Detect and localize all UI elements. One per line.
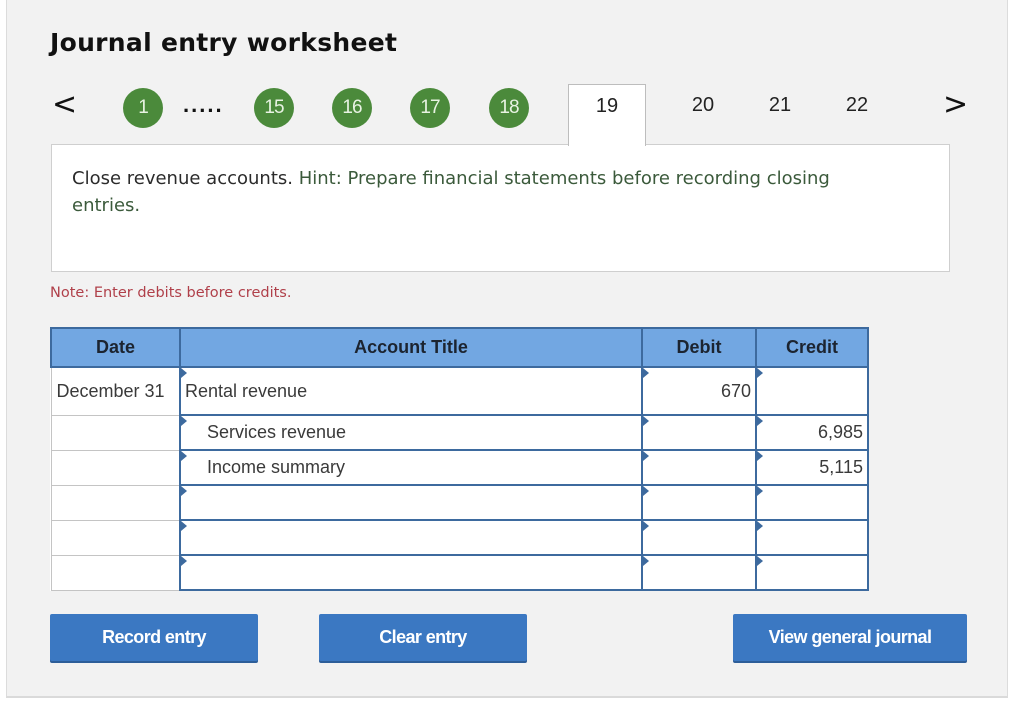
account-cell[interactable]: Income summary xyxy=(179,449,643,486)
question-instruction: Close revenue accounts. xyxy=(72,168,293,189)
dropdown-marker-icon xyxy=(181,486,187,496)
credit-input[interactable]: 5,115 xyxy=(757,451,867,484)
input-marker-icon xyxy=(643,416,649,426)
entry-15-completed[interactable]: 15 xyxy=(254,88,294,128)
date-value: December 31 xyxy=(56,380,165,401)
debit-cell[interactable] xyxy=(641,449,757,486)
date-cell: December 31 xyxy=(50,366,181,416)
entry-1-completed[interactable]: 1 xyxy=(123,88,163,128)
header-debit: Debit xyxy=(641,327,757,368)
credit-input[interactable] xyxy=(757,368,867,414)
table-row: December 31 Rental revenue 670 xyxy=(50,366,869,416)
input-marker-icon xyxy=(643,451,649,461)
account-input[interactable]: Services revenue xyxy=(181,416,641,449)
header-credit: Credit xyxy=(755,327,869,368)
credit-input[interactable] xyxy=(757,556,867,589)
question-box: Close revenue accounts. Hint: Prepare fi… xyxy=(51,144,950,272)
debit-input[interactable] xyxy=(643,451,755,484)
entry-tab-20[interactable]: 20 xyxy=(675,84,731,126)
credit-input[interactable] xyxy=(757,486,867,519)
entry-navigation: < 1 ..... 15 16 17 18 19 20 21 22 > xyxy=(0,84,1012,146)
account-cell[interactable]: Rental revenue xyxy=(179,366,643,416)
input-marker-icon xyxy=(757,521,763,531)
account-cell[interactable]: Services revenue xyxy=(179,414,643,451)
account-input[interactable] xyxy=(181,556,641,589)
journal-table: Date Account Title Debit Credit December… xyxy=(50,327,869,591)
debit-cell[interactable]: 670 xyxy=(641,366,757,416)
account-input[interactable]: Income summary xyxy=(181,451,641,484)
entry-18-completed[interactable]: 18 xyxy=(489,88,529,128)
account-cell[interactable] xyxy=(179,484,643,521)
table-header-row: Date Account Title Debit Credit xyxy=(50,327,869,368)
debit-input[interactable]: 670 xyxy=(643,368,755,414)
input-marker-icon xyxy=(757,556,763,566)
debit-input[interactable] xyxy=(643,486,755,519)
record-entry-button[interactable]: Record entry xyxy=(50,614,258,661)
debit-input[interactable] xyxy=(643,556,755,589)
header-date: Date xyxy=(50,327,181,368)
note-text: Note: Enter debits before credits. xyxy=(50,285,292,301)
table-row xyxy=(50,484,869,521)
dropdown-marker-icon xyxy=(181,556,187,566)
account-input[interactable] xyxy=(181,486,641,519)
header-account-title: Account Title xyxy=(179,327,643,368)
dropdown-marker-icon xyxy=(181,451,187,461)
entry-17-completed[interactable]: 17 xyxy=(410,88,450,128)
debit-cell[interactable] xyxy=(641,414,757,451)
entry-tab-19-active[interactable]: 19 xyxy=(568,84,646,146)
date-cell xyxy=(50,484,181,521)
credit-cell[interactable] xyxy=(755,366,869,416)
input-marker-icon xyxy=(757,416,763,426)
account-input[interactable] xyxy=(181,521,641,554)
debit-cell[interactable] xyxy=(641,484,757,521)
debit-input[interactable] xyxy=(643,521,755,554)
input-marker-icon xyxy=(757,486,763,496)
credit-cell[interactable] xyxy=(755,484,869,521)
credit-cell[interactable]: 5,115 xyxy=(755,449,869,486)
credit-cell[interactable] xyxy=(755,554,869,591)
input-marker-icon xyxy=(643,556,649,566)
credit-cell[interactable] xyxy=(755,519,869,556)
credit-input[interactable] xyxy=(757,521,867,554)
input-marker-icon xyxy=(643,486,649,496)
account-input[interactable]: Rental revenue xyxy=(181,368,641,414)
debit-cell[interactable] xyxy=(641,554,757,591)
ellipsis: ..... xyxy=(183,92,224,117)
dropdown-marker-icon xyxy=(181,416,187,426)
date-cell xyxy=(50,414,181,451)
clear-entry-button[interactable]: Clear entry xyxy=(319,614,527,661)
entry-16-completed[interactable]: 16 xyxy=(332,88,372,128)
table-row xyxy=(50,554,869,591)
input-marker-icon xyxy=(757,451,763,461)
debit-cell[interactable] xyxy=(641,519,757,556)
input-marker-icon xyxy=(757,368,763,378)
input-marker-icon xyxy=(643,521,649,531)
date-cell xyxy=(50,554,181,591)
table-row: Services revenue 6,985 xyxy=(50,414,869,451)
date-cell xyxy=(50,449,181,486)
debit-input[interactable] xyxy=(643,416,755,449)
table-row xyxy=(50,519,869,556)
input-marker-icon xyxy=(643,368,649,378)
table-row: Income summary 5,115 xyxy=(50,449,869,486)
account-cell[interactable] xyxy=(179,554,643,591)
dropdown-marker-icon xyxy=(181,368,187,378)
page-title: Journal entry worksheet xyxy=(50,28,398,57)
account-cell[interactable] xyxy=(179,519,643,556)
entry-tab-21[interactable]: 21 xyxy=(752,84,808,126)
view-general-journal-button[interactable]: View general journal xyxy=(733,614,967,661)
chevron-right-icon[interactable]: > xyxy=(943,84,968,126)
question-text: Close revenue accounts. Hint: Prepare fi… xyxy=(72,165,852,219)
dropdown-marker-icon xyxy=(181,521,187,531)
credit-input[interactable]: 6,985 xyxy=(757,416,867,449)
credit-cell[interactable]: 6,985 xyxy=(755,414,869,451)
date-cell xyxy=(50,519,181,556)
entry-tab-22[interactable]: 22 xyxy=(829,84,885,126)
chevron-left-icon[interactable]: < xyxy=(52,84,77,126)
